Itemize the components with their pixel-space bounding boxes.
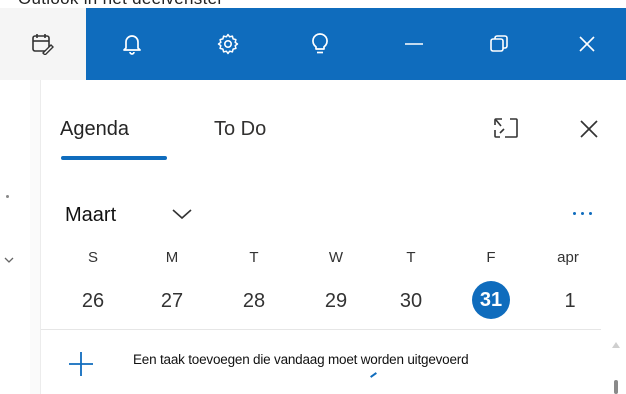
my-day-panel: Agenda To Do Maart S M T W T F apr 26 27…: [41, 80, 626, 394]
more-options-button[interactable]: [573, 202, 597, 220]
add-task-label: Een taak toevoegen die vandaag moet word…: [133, 352, 469, 367]
expand-icon: [494, 118, 518, 138]
tab-todo[interactable]: To Do: [214, 118, 266, 141]
ellipsis-dot: [573, 212, 576, 215]
restore-icon: [490, 35, 508, 52]
my-day-button[interactable]: [0, 8, 86, 80]
calendar-day[interactable]: 26: [73, 283, 113, 319]
left-rail: [0, 80, 31, 394]
calendar-day-today[interactable]: 31: [472, 281, 510, 319]
cropped-caption: Outlook in het deelvenster: [18, 0, 223, 8]
calendar-day[interactable]: 1: [550, 283, 590, 319]
chevron-down-icon[interactable]: [171, 207, 193, 221]
minimize-button[interactable]: [375, 8, 453, 80]
lightbulb-icon: [312, 33, 328, 54]
top-cropped-text: Outlook in het deelvenster: [0, 0, 626, 8]
ellipsis-dot: [589, 212, 592, 215]
bell-icon: [123, 35, 141, 55]
calendar-day[interactable]: 27: [152, 283, 192, 319]
weekday-label: S: [87, 249, 98, 266]
expand-button[interactable]: [493, 117, 519, 144]
my-day-icon: [32, 34, 54, 55]
text-cursor-mark: [370, 372, 377, 378]
month-label: Maart: [65, 204, 117, 226]
rail-dot: [6, 195, 9, 198]
weekday-label: T: [406, 249, 416, 266]
weekday-label: F: [486, 249, 496, 266]
title-bar: [0, 8, 626, 80]
tab-agenda[interactable]: Agenda: [60, 118, 129, 141]
notifications-button[interactable]: [93, 8, 171, 80]
selected-tab-indicator: [61, 156, 167, 160]
scroll-thumb[interactable]: [614, 380, 618, 394]
ellipsis-dot: [581, 212, 584, 215]
tips-button[interactable]: [281, 8, 359, 80]
calendar-day[interactable]: 28: [234, 283, 274, 319]
weekday-label: W: [328, 249, 344, 266]
chevron-down-icon[interactable]: [4, 256, 14, 264]
close-icon: [580, 120, 598, 138]
add-task-button[interactable]: Een taak toevoegen die vandaag moet word…: [41, 330, 626, 394]
close-panel-button[interactable]: [579, 119, 599, 144]
weekday-label: T: [249, 249, 259, 266]
restore-button[interactable]: [460, 8, 538, 80]
close-icon: [579, 36, 595, 52]
calendar-day[interactable]: 30: [391, 283, 431, 319]
close-window-button[interactable]: [548, 8, 626, 80]
scroll-up-arrow-icon[interactable]: [612, 342, 620, 348]
calendar-day[interactable]: 29: [316, 283, 356, 319]
weekday-label: M: [165, 249, 179, 266]
settings-button[interactable]: [189, 8, 267, 80]
minimize-icon: [405, 43, 423, 45]
plus-icon: [69, 352, 93, 376]
scrollbar[interactable]: [609, 342, 623, 394]
pane-splitter[interactable]: [30, 80, 41, 394]
gear-icon: [217, 33, 239, 55]
weekday-label: apr: [557, 249, 579, 266]
